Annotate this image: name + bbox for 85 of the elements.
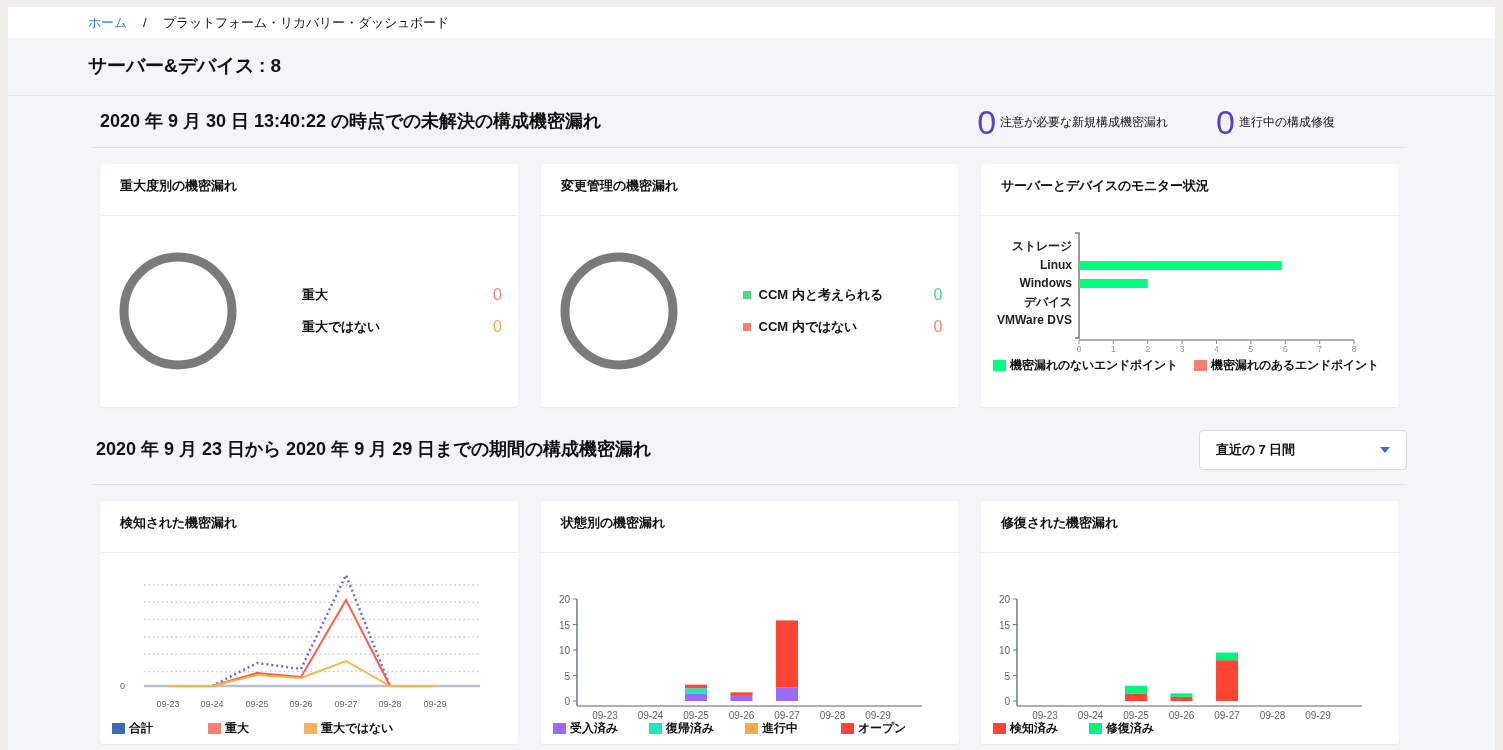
legend-label: 受入済み xyxy=(569,720,618,737)
axis-label: 09-23 xyxy=(156,699,180,709)
axis-label: 20 xyxy=(558,594,570,605)
card-title: 検知された機密漏れ xyxy=(100,501,518,553)
axis-label: デバイス xyxy=(1024,295,1072,309)
range-dropdown[interactable]: 直近の 7 日間 xyxy=(1199,429,1407,470)
axis-label: VMWare DVS xyxy=(997,313,1072,327)
card-title: 重大度別の機密漏れ xyxy=(100,164,518,216)
counter-value: 0 xyxy=(1216,104,1235,139)
axis-label: 09-29 xyxy=(1305,710,1331,719)
legend-label: 検知済み xyxy=(1010,720,1058,737)
axis-label: 15 xyxy=(558,619,570,631)
axis-label: 09-23 xyxy=(591,710,618,719)
legend-label: 重大 xyxy=(302,286,328,305)
legend-label: CCM 内ではない xyxy=(758,318,857,337)
axis-label: 09-25 xyxy=(682,710,709,719)
axis-label: 09-25 xyxy=(245,699,269,709)
axis-label: 0 xyxy=(1076,344,1082,354)
axis-label: 09-29 xyxy=(864,710,891,719)
legend-label: 重大ではない xyxy=(302,318,380,337)
axis-label: 09-24 xyxy=(1077,710,1104,719)
axis-label: Windows xyxy=(1019,276,1072,290)
legend-label: 修復済み xyxy=(1106,720,1154,737)
counter-value: 0 xyxy=(977,104,997,139)
axis-label: 09-27 xyxy=(334,699,358,709)
bar xyxy=(1125,685,1147,694)
legend-label: 機密漏れのあるエンドポイント xyxy=(1211,357,1379,374)
axis-label: 0 xyxy=(563,696,570,707)
legend-label: 機密漏れのないエンドポイント xyxy=(1010,357,1178,374)
counter-label: 注意が必要な新規構成機密漏れ xyxy=(1000,113,1169,131)
breadcrumb-current: プラットフォーム・リカバリー・ダッシュボード xyxy=(162,13,449,32)
axis-label: 09-24 xyxy=(200,699,224,709)
home-link[interactable]: ホーム xyxy=(88,12,127,33)
card-title: 変更管理の機密漏れ xyxy=(540,164,959,216)
axis-label: 09-28 xyxy=(1259,710,1286,719)
axis-label: 0 xyxy=(120,681,125,691)
axis-label: 3 xyxy=(1179,344,1185,354)
axis-label: 09-28 xyxy=(819,710,845,719)
axis-label: Linux xyxy=(1040,258,1072,272)
axis-label: 09-28 xyxy=(378,699,402,709)
axis-label: 09-26 xyxy=(289,699,313,709)
axis-label: 2 xyxy=(1145,344,1151,354)
axis-label: 8 xyxy=(1351,344,1357,354)
axis-label: 7 xyxy=(1317,344,1322,354)
legend-label: 復帰済み xyxy=(665,720,714,737)
breadcrumb-separator: / xyxy=(143,13,147,32)
axis-label: 09-23 xyxy=(1032,710,1058,719)
legend-value: 0 xyxy=(493,317,502,337)
axis-label: 09-25 xyxy=(1123,710,1149,719)
card-title: 状態別の機密漏れ xyxy=(540,501,959,553)
axis-label: 15 xyxy=(998,619,1010,631)
legend-label: 重大 xyxy=(225,720,249,737)
section-title: 2020 年 9 月 23 日から 2020 年 9 月 29 日までの期間の構成機密漏れ xyxy=(96,438,652,461)
axis-label: 09-27 xyxy=(1214,710,1240,719)
axis-label: ストレージ xyxy=(1012,239,1072,253)
caret-icon xyxy=(1380,446,1390,453)
axis-label: 6 xyxy=(1282,344,1288,354)
bar xyxy=(1079,279,1148,288)
legend-label: オープン xyxy=(857,720,906,737)
counter-label: 進行中の構成修復 xyxy=(1239,113,1335,131)
axis-label: 5 xyxy=(563,670,570,682)
legend-label: 合計 xyxy=(129,720,153,737)
axis-label: 20 xyxy=(998,594,1010,605)
legend-value: 0 xyxy=(933,285,943,305)
section-title: 2020 年 9 月 30 日 13:40:22 の時点での未解決の構成機密漏れ xyxy=(100,110,602,133)
legend-value: 0 xyxy=(933,317,943,337)
axis-label: 09-29 xyxy=(423,699,447,709)
axis-label: 10 xyxy=(998,645,1010,656)
axis-label: 09-26 xyxy=(1168,710,1195,719)
legend-label: CCM 内と考えられる xyxy=(758,286,883,305)
axis-label: 10 xyxy=(558,645,570,656)
axis-label: 4 xyxy=(1214,344,1219,354)
axis-label: 0 xyxy=(1004,696,1010,707)
card-title: 修復された機密漏れ xyxy=(981,501,1399,553)
page-title: サーバー&デバイス : 8 xyxy=(88,54,282,79)
axis-label: 09-26 xyxy=(728,710,754,719)
axis-label: 5 xyxy=(1004,670,1010,682)
axis-label: 5 xyxy=(1248,344,1254,354)
card-title: サーバーとデバイスのモニター状況 xyxy=(981,164,1399,216)
legend-label: 重大ではない xyxy=(321,720,393,737)
legend-value: 0 xyxy=(493,285,502,305)
legend-label: 進行中 xyxy=(761,720,798,737)
axis-label: 09-24 xyxy=(637,710,663,719)
axis-label: 09-27 xyxy=(773,710,800,719)
axis-label: 1 xyxy=(1111,344,1116,354)
